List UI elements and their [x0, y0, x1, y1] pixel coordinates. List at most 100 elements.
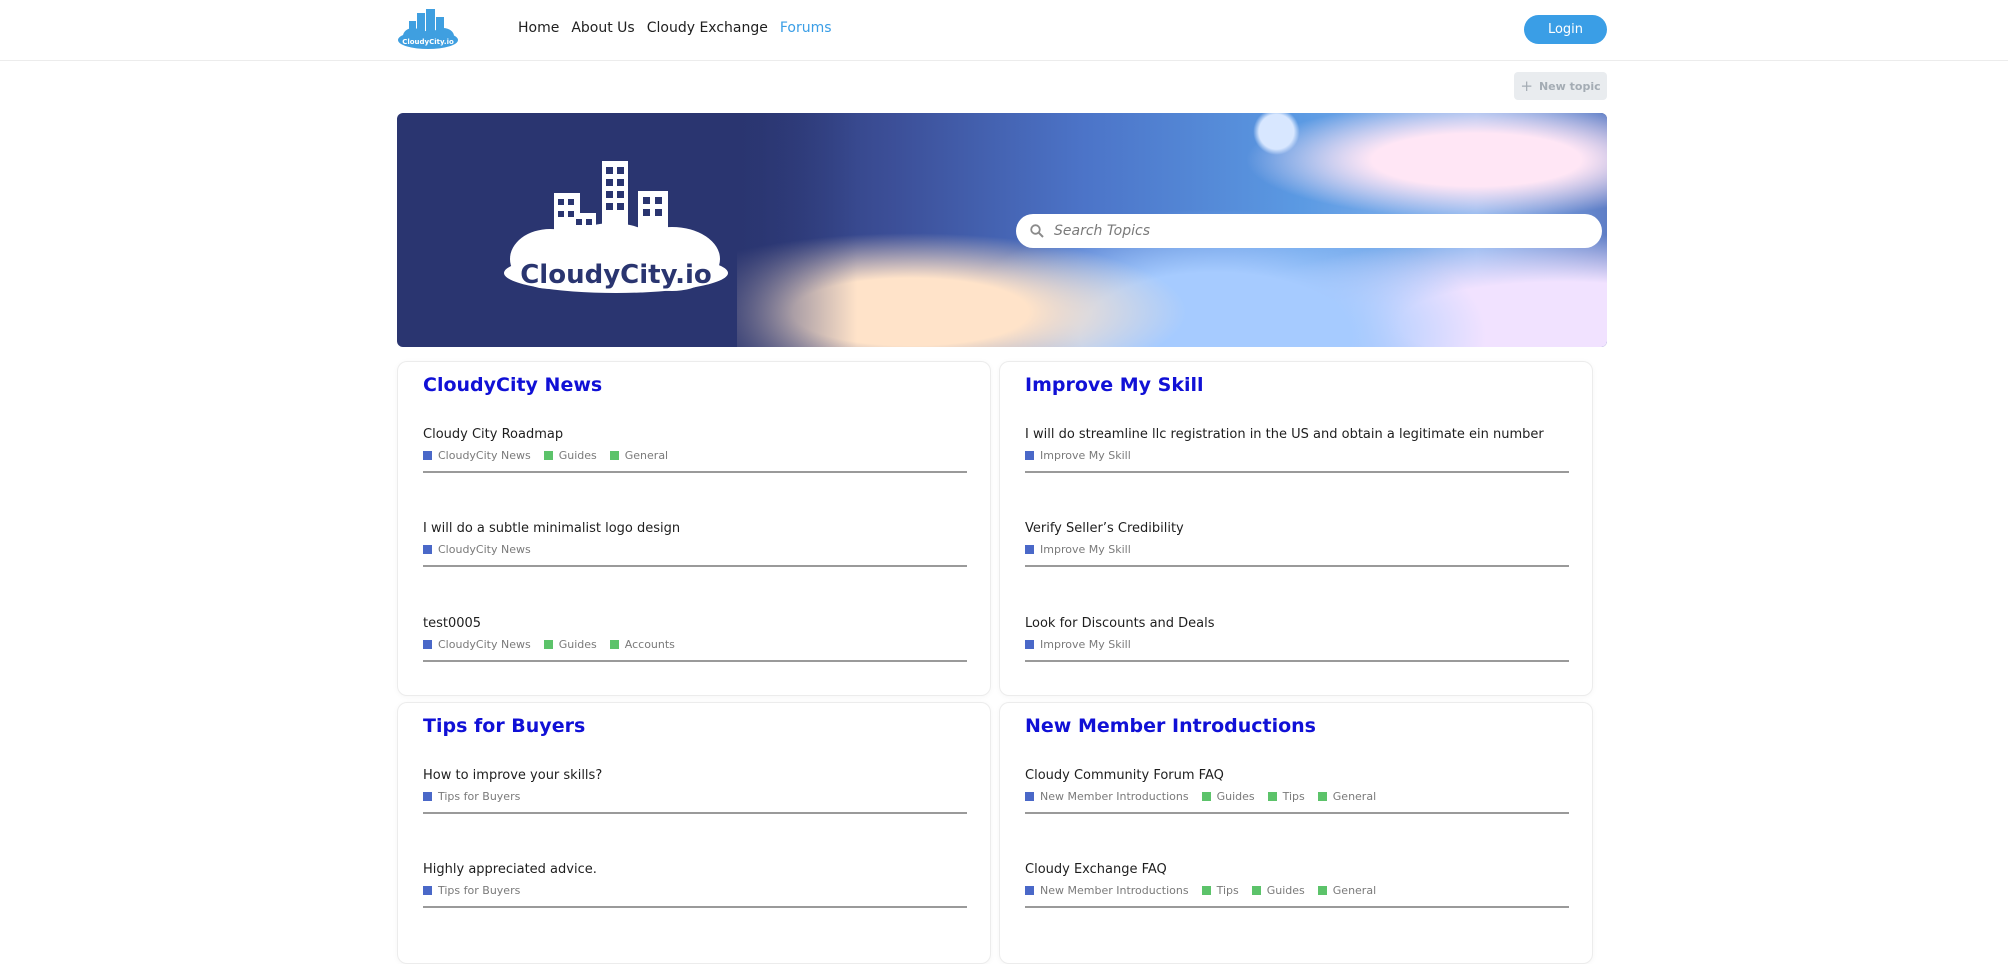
category-tag[interactable]: CloudyCity News: [423, 638, 531, 651]
category-tag[interactable]: New Member Introductions: [1025, 884, 1189, 897]
forum-card-tips-for-buyers: Tips for Buyers How to improve your skil…: [397, 702, 991, 964]
topic-title[interactable]: Look for Discounts and Deals: [1025, 616, 1569, 632]
category-tag[interactable]: Tips for Buyers: [423, 790, 520, 803]
topic-title[interactable]: Verify Seller’s Credibility: [1025, 521, 1569, 537]
tag-label: Accounts: [624, 638, 675, 651]
banner-logo: CloudyCity.io: [504, 161, 728, 293]
category-swatch: [1025, 886, 1034, 895]
login-button[interactable]: Login: [1524, 15, 1607, 44]
tag-swatch: [1317, 792, 1327, 801]
cloudycity-logo[interactable]: CloudyCity.io: [397, 9, 459, 49]
search-input[interactable]: [1052, 222, 1576, 240]
topic-item[interactable]: I will do streamline llc registration in…: [1025, 427, 1569, 473]
topic-title[interactable]: Cloudy City Roadmap: [423, 427, 967, 443]
topic-title[interactable]: test0005: [423, 616, 967, 632]
topic-item[interactable]: Cloudy Community Forum FAQ New Member In…: [1025, 768, 1569, 814]
category-tag[interactable]: Improve My Skill: [1025, 543, 1131, 556]
divider: [1025, 906, 1569, 908]
tag-label: Guides: [1266, 884, 1305, 897]
topic-tag[interactable]: General: [609, 449, 669, 462]
topic-tag[interactable]: Guides: [1201, 790, 1255, 803]
tag-label: Tips: [1282, 790, 1305, 803]
category-tag[interactable]: CloudyCity News: [423, 449, 531, 462]
divider: [423, 906, 967, 908]
tag-swatch: [1267, 792, 1277, 801]
category-swatch: [423, 451, 432, 460]
category-swatch: [423, 792, 432, 801]
tag-label: Improve My Skill: [1040, 638, 1131, 651]
tag-swatch: [1201, 792, 1211, 801]
category-swatch: [423, 640, 432, 649]
topic-title[interactable]: Highly appreciated advice.: [423, 862, 967, 878]
topic-title[interactable]: Cloudy Exchange FAQ: [1025, 862, 1569, 878]
topic-title[interactable]: Cloudy Community Forum FAQ: [1025, 768, 1569, 784]
divider: [423, 812, 967, 814]
topic-title[interactable]: I will do streamline llc registration in…: [1025, 427, 1569, 443]
category-swatch: [423, 545, 432, 554]
nav-cloudy-exchange[interactable]: Cloudy Exchange: [647, 19, 768, 37]
divider: [423, 471, 967, 473]
forum-card-new-member-introductions: New Member Introductions Cloudy Communit…: [999, 702, 1593, 964]
category-tag[interactable]: Tips for Buyers: [423, 884, 520, 897]
tag-label: Improve My Skill: [1040, 543, 1131, 556]
logo-text: CloudyCity.io: [402, 38, 454, 46]
nav-home[interactable]: Home: [518, 19, 559, 37]
topic-item[interactable]: Cloudy Exchange FAQ New Member Introduct…: [1025, 862, 1569, 908]
tag-label: Guides: [558, 449, 597, 462]
topic-item[interactable]: Verify Seller’s Credibility Improve My S…: [1025, 521, 1569, 567]
new-topic-label: New topic: [1538, 79, 1601, 93]
category-swatch: [423, 886, 432, 895]
tag-label: Tips for Buyers: [438, 790, 521, 803]
topic-tag[interactable]: Accounts: [609, 638, 675, 651]
tag-swatch: [543, 451, 553, 460]
divider: [423, 565, 967, 567]
divider: [423, 660, 967, 662]
search-icon: [1030, 224, 1044, 238]
divider: [1025, 660, 1569, 662]
tag-label: Tips for Buyers: [438, 884, 521, 897]
card-title[interactable]: Improve My Skill: [1025, 374, 1204, 396]
topic-tag[interactable]: Guides: [543, 638, 597, 651]
topic-title[interactable]: I will do a subtle minimalist logo desig…: [423, 521, 967, 537]
topic-tag[interactable]: General: [1317, 790, 1377, 803]
category-swatch: [1025, 451, 1034, 460]
nav-forums[interactable]: Forums: [780, 19, 832, 37]
tag-label: CloudyCity News: [438, 543, 531, 556]
topic-title[interactable]: How to improve your skills?: [423, 768, 967, 784]
new-topic-button[interactable]: + New topic: [1514, 72, 1607, 100]
topic-item[interactable]: I will do a subtle minimalist logo desig…: [423, 521, 967, 567]
topic-item[interactable]: Highly appreciated advice. Tips for Buye…: [423, 862, 967, 908]
topic-item[interactable]: Look for Discounts and Deals Improve My …: [1025, 616, 1569, 662]
nav-about-us[interactable]: About Us: [571, 19, 634, 37]
card-title[interactable]: New Member Introductions: [1025, 715, 1316, 737]
topic-tag[interactable]: Tips: [1201, 884, 1239, 897]
card-title[interactable]: Tips for Buyers: [423, 715, 585, 737]
tag-label: Guides: [558, 638, 597, 651]
topic-tag[interactable]: Guides: [1251, 884, 1305, 897]
forum-card-improve-my-skill: Improve My Skill I will do streamline ll…: [999, 361, 1593, 696]
search-bar[interactable]: [1016, 214, 1602, 248]
forum-banner: CloudyCity.io: [397, 113, 1607, 347]
topic-item[interactable]: How to improve your skills? Tips for Buy…: [423, 768, 967, 814]
topic-item[interactable]: test0005 CloudyCity News Guides Accounts: [423, 616, 967, 662]
category-tag[interactable]: New Member Introductions: [1025, 790, 1189, 803]
tag-swatch: [1201, 886, 1211, 895]
tag-label: CloudyCity News: [438, 449, 531, 462]
topic-tag[interactable]: Tips: [1267, 790, 1305, 803]
card-title[interactable]: CloudyCity News: [423, 374, 602, 396]
tag-swatch: [1317, 886, 1327, 895]
category-tag[interactable]: CloudyCity News: [423, 543, 531, 556]
tag-label: CloudyCity News: [438, 638, 531, 651]
topic-tag[interactable]: General: [1317, 884, 1376, 897]
tag-swatch: [609, 640, 619, 649]
top-navigation-bar: CloudyCity.io Home About Us Cloudy Excha…: [0, 0, 2008, 61]
topic-tag[interactable]: Guides: [543, 449, 597, 462]
plus-icon: +: [1520, 76, 1533, 95]
tag-label: General: [1332, 790, 1377, 803]
tag-label: General: [624, 449, 669, 462]
category-tag[interactable]: Improve My Skill: [1025, 638, 1131, 651]
forum-card-cloudycity-news: CloudyCity News Cloudy City Roadmap Clou…: [397, 361, 991, 696]
main-nav: Home About Us Cloudy Exchange Forums: [518, 19, 844, 37]
topic-item[interactable]: Cloudy City Roadmap CloudyCity News Guid…: [423, 427, 967, 473]
category-tag[interactable]: Improve My Skill: [1025, 449, 1131, 462]
